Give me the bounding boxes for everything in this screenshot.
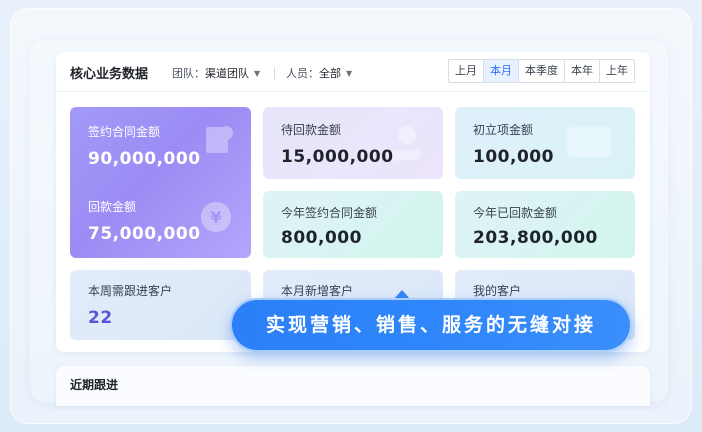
- signed-contract-label: 签约合同金额: [88, 125, 161, 139]
- feature-banner-text: 实现营销、销售、服务的无缝对接: [265, 314, 596, 336]
- chevron-down-icon: ▼: [346, 69, 353, 78]
- period-this-quarter[interactable]: 本季度: [519, 60, 565, 82]
- person-filter-value: 全部: [319, 67, 341, 80]
- initial-project-label: 初立项金额: [473, 123, 534, 137]
- period-this-month[interactable]: 本月: [484, 60, 519, 82]
- year-signed-value: 800,000: [281, 228, 362, 248]
- signed-contract-value: 90,000,000: [88, 149, 201, 169]
- chevron-down-icon: ▼: [254, 69, 261, 78]
- card-icon: [567, 127, 611, 157]
- recent-followup-title: 近期跟进: [70, 378, 119, 392]
- feature-banner: 实现营销、销售、服务的无缝对接: [230, 298, 632, 352]
- panel-header: 核心业务数据 团队：渠道团队 ▼ 人员：全部 ▼ 上月 本月 本季度 本年 上年: [56, 52, 650, 92]
- year-signed-label: 今年签约合同金额: [281, 206, 378, 220]
- team-filter-label: 团队：: [172, 67, 205, 80]
- week-followup-card[interactable]: 本周需跟进客户 22: [70, 270, 251, 340]
- filter-divider: [274, 67, 275, 79]
- period-selector: 上月 本月 本季度 本年 上年: [448, 59, 635, 83]
- pending-payment-card[interactable]: 待回款金额 15,000,000: [263, 107, 443, 179]
- person-filter[interactable]: 人员：全部 ▼: [286, 65, 352, 81]
- team-filter[interactable]: 团队：渠道团队 ▼: [172, 65, 260, 81]
- period-this-year[interactable]: 本年: [565, 60, 600, 82]
- initial-project-card[interactable]: 初立项金额 100,000: [455, 107, 635, 179]
- my-customers-label: 我的客户: [473, 284, 522, 298]
- month-new-label: 本月新增客户: [281, 284, 354, 298]
- signed-and-received-card[interactable]: ¥ 签约合同金额 90,000,000 回款金额 75,000,000: [70, 107, 251, 258]
- payment-received-label: 回款金额: [88, 200, 137, 214]
- week-followup-label: 本周需跟进客户: [88, 284, 173, 298]
- week-followup-value: 22: [88, 308, 113, 328]
- contract-icon: [206, 126, 233, 153]
- year-received-label: 今年已回款金额: [473, 206, 558, 220]
- pending-payment-value: 15,000,000: [281, 147, 394, 167]
- svg-text:¥: ¥: [210, 208, 221, 227]
- pending-payment-label: 待回款金额: [281, 123, 342, 137]
- person-filter-label: 人员：: [286, 67, 319, 80]
- year-received-card[interactable]: 今年已回款金额 203,800,000: [455, 191, 635, 258]
- team-filter-value: 渠道团队: [205, 67, 249, 80]
- currency-icon: ¥: [201, 202, 231, 232]
- year-received-value: 203,800,000: [473, 228, 598, 248]
- recent-followup-panel: 近期跟进: [56, 366, 650, 406]
- period-last-year[interactable]: 上年: [600, 60, 634, 82]
- panel-title: 核心业务数据: [70, 67, 149, 82]
- payment-received-value: 75,000,000: [88, 224, 201, 244]
- initial-project-value: 100,000: [473, 147, 554, 167]
- year-signed-card[interactable]: 今年签约合同金额 800,000: [263, 191, 443, 258]
- period-last-month[interactable]: 上月: [449, 60, 484, 82]
